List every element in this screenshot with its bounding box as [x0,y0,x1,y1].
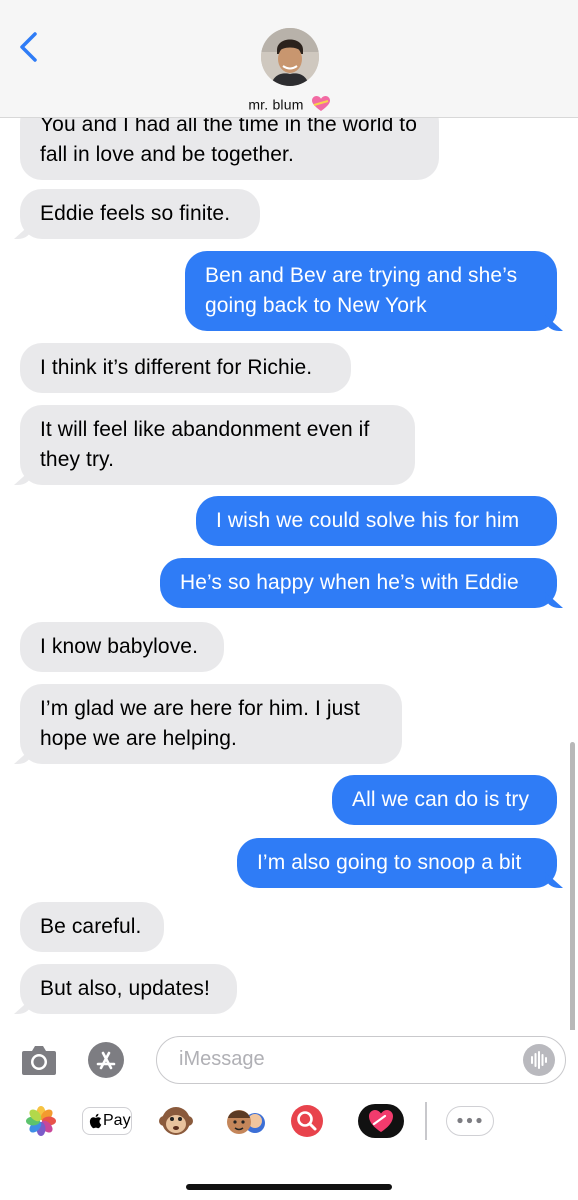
message-text: I wish we could solve his for him [216,509,520,532]
camera-icon [22,1046,56,1075]
heart-ribbon-icon [311,96,330,112]
scrollbar[interactable] [570,742,575,1030]
message-received[interactable]: But also, updates! [20,964,237,1014]
message-text: You and I had all the time in the world … [40,113,418,166]
more-apps-icon [457,1117,482,1124]
memoji-stickers-app[interactable] [222,1104,268,1138]
message-text: I know babylove. [40,635,199,658]
monkey-memoji-icon [159,1107,193,1135]
contact-name-label: mr. blum [248,96,304,113]
audio-message-button[interactable] [523,1044,555,1076]
message-text: He’s so happy when he’s with Eddie [180,571,519,594]
message-text: I’m also going to snoop a bit [257,851,522,874]
message-thread[interactable]: You and I had all the time in the world … [0,0,578,1030]
image-search-icon [291,1105,323,1137]
message-text: I think it’s different for Richie. [40,356,313,379]
apple-pay-app[interactable]: Pay [82,1107,132,1135]
camera-button[interactable] [20,1043,58,1077]
message-text: But also, updates! [40,977,210,1000]
message-text: Ben and Bev are trying and she’s going b… [205,264,518,317]
app-store-icon [96,1051,116,1070]
waveform-icon [531,1051,547,1069]
monkey-memoji-app[interactable] [158,1104,194,1138]
message-received[interactable]: Be careful. [20,902,164,952]
message-received[interactable]: I think it’s different for Richie. [20,343,351,393]
message-text: All we can do is try [352,788,530,811]
contact-name[interactable]: mr. blum [0,95,578,112]
more-apps-button[interactable] [446,1106,494,1136]
message-sent[interactable]: He’s so happy when he’s with Eddie [160,558,557,608]
back-button[interactable] [16,30,44,64]
home-indicator[interactable] [186,1184,392,1190]
apple-pay-label: Pay [103,1112,131,1129]
app-store-button[interactable] [88,1042,124,1078]
message-received[interactable]: It will feel like abandonment even if th… [20,405,415,485]
message-received[interactable]: Eddie feels so finite. [20,189,260,239]
digital-touch-app[interactable] [358,1104,404,1138]
message-sent[interactable]: Ben and Bev are trying and she’s going b… [185,251,557,331]
contact-photo [261,28,319,86]
message-text: It will feel like abandonment even if th… [40,418,370,471]
avatar[interactable] [261,28,319,86]
chevron-left-icon [20,32,37,62]
message-received[interactable]: I know babylove. [20,622,224,672]
photos-icon [26,1106,56,1136]
message-sent[interactable]: I’m also going to snoop a bit [237,838,557,888]
message-text: Be careful. [40,915,142,938]
apple-logo-icon [89,1113,102,1129]
app-drawer-divider [425,1102,427,1140]
image-search-app[interactable] [289,1104,325,1138]
message-sent[interactable]: All we can do is try [332,775,557,825]
digital-touch-icon [358,1104,404,1138]
photos-app[interactable] [22,1104,60,1138]
message-input-placeholder: iMessage [179,1048,265,1070]
message-received[interactable]: I’m glad we are here for him. I just hop… [20,684,402,764]
message-text: Eddie feels so finite. [40,202,231,225]
memoji-stickers-icon [227,1110,265,1134]
message-text: I’m glad we are here for him. I just hop… [40,697,360,750]
message-input[interactable]: iMessage [156,1036,566,1084]
conversation-header: mr. blum [0,0,578,118]
message-sent[interactable]: I wish we could solve his for him [196,496,557,546]
